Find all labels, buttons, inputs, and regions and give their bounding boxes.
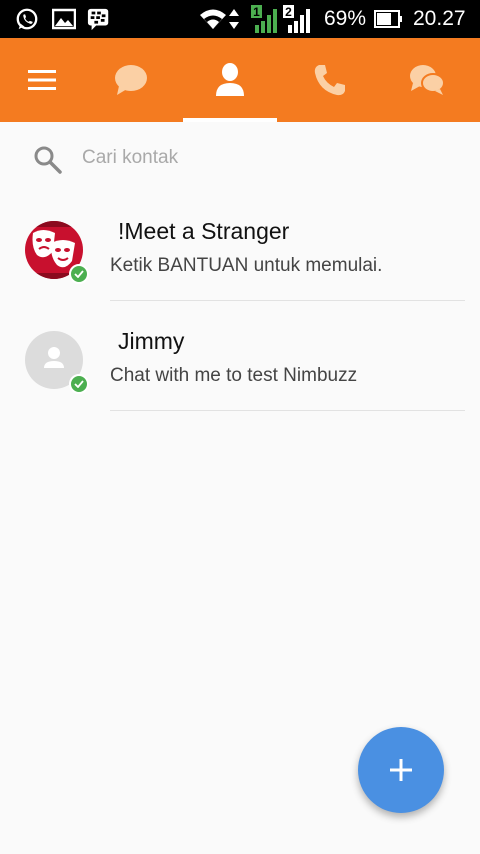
contact-name: !Meet a Stranger: [118, 218, 290, 244]
group-chat-icon: [410, 65, 445, 95]
contact-list-item[interactable]: Jimmy Chat with me to test Nimbuzz: [0, 328, 480, 441]
signal-sim1-icon: 1: [251, 5, 277, 33]
battery-icon: [374, 10, 402, 28]
blackberry-messenger-icon: [87, 8, 109, 31]
sim2-label: 2: [285, 5, 292, 19]
plus-icon: [390, 759, 412, 781]
person-icon: [216, 63, 244, 96]
menu-icon: [28, 70, 56, 90]
tab-chats[interactable]: [84, 38, 178, 122]
contact-list-item[interactable]: !Meet a Stranger Ketik BANTUAN untuk mem…: [0, 218, 480, 331]
whatsapp-icon: [16, 8, 38, 30]
contact-status-message: Ketik BANTUAN untuk memulai.: [110, 255, 383, 276]
data-arrows-icon: [229, 9, 239, 29]
phone-icon: [314, 65, 345, 96]
wifi-icon: [200, 9, 226, 29]
battery-percent: 69%: [324, 7, 367, 30]
tab-contacts[interactable]: [183, 38, 277, 122]
online-status-icon: [69, 264, 89, 284]
tab-calls[interactable]: [283, 38, 377, 122]
sim1-label: 1: [253, 5, 260, 19]
menu-button[interactable]: [0, 38, 84, 122]
status-bar: 1 2 69% 20.27: [0, 0, 480, 38]
gallery-icon: [52, 8, 76, 30]
contact-status-message: Chat with me to test Nimbuzz: [110, 365, 358, 386]
contact-name: Jimmy: [118, 328, 185, 354]
add-contact-button[interactable]: [358, 727, 444, 813]
contact-search-bar: [0, 122, 480, 196]
app-toolbar: [0, 38, 480, 122]
search-icon[interactable]: [33, 145, 63, 175]
clock: 20.27: [413, 7, 466, 30]
signal-sim2-icon: 2: [283, 5, 310, 33]
divider: [110, 300, 465, 301]
tab-groups[interactable]: [380, 38, 474, 122]
chat-bubble-icon: [115, 65, 147, 95]
search-input[interactable]: [82, 146, 442, 170]
online-status-icon: [69, 374, 89, 394]
divider: [110, 410, 465, 411]
